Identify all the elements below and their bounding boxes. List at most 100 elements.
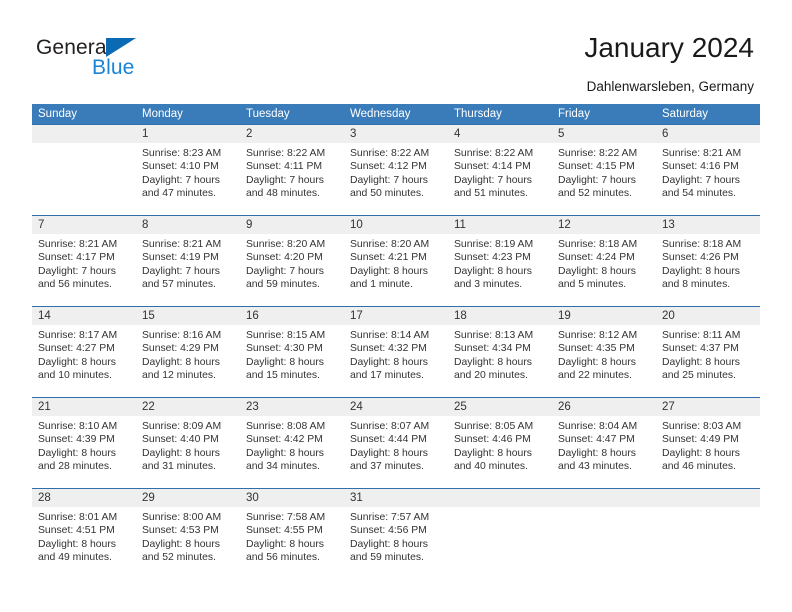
day-cell[interactable]: Sunrise: 8:17 AM Sunset: 4:27 PM Dayligh… <box>32 325 136 397</box>
day-cell[interactable]: Sunrise: 8:22 AM Sunset: 4:11 PM Dayligh… <box>240 143 344 215</box>
sunset-text: Sunset: 4:16 PM <box>662 161 739 173</box>
daylight-text-line1: Daylight: 8 hours <box>142 356 220 368</box>
week-detail-row: Sunrise: 8:10 AM Sunset: 4:39 PM Dayligh… <box>32 416 760 488</box>
daylight-text-line2: and 48 minutes. <box>246 188 320 200</box>
day-cell[interactable]: Sunrise: 8:04 AM Sunset: 4:47 PM Dayligh… <box>552 416 656 488</box>
day-number: 10 <box>350 219 363 231</box>
daylight-text-line1: Daylight: 8 hours <box>38 538 116 550</box>
sunrise-text: Sunrise: 8:21 AM <box>662 148 742 159</box>
day-cell[interactable]: Sunrise: 8:09 AM Sunset: 4:40 PM Dayligh… <box>136 416 240 488</box>
day-cell[interactable]: Sunrise: 8:21 AM Sunset: 4:19 PM Dayligh… <box>136 234 240 306</box>
day-number <box>32 125 136 143</box>
week-daynumber-row: 7 8 9 10 11 12 13 <box>32 216 760 234</box>
weekday-friday: Friday <box>558 108 590 120</box>
day-cell[interactable]: Sunrise: 7:58 AM Sunset: 4:55 PM Dayligh… <box>240 507 344 579</box>
sunset-text: Sunset: 4:20 PM <box>246 252 323 264</box>
calendar-grid: Sunday Monday Tuesday Wednesday Thursday… <box>32 104 760 579</box>
daylight-text-line2: and 25 minutes. <box>662 370 736 382</box>
day-cell[interactable]: Sunrise: 8:20 AM Sunset: 4:21 PM Dayligh… <box>344 234 448 306</box>
day-cell[interactable]: Sunrise: 8:23 AM Sunset: 4:10 PM Dayligh… <box>136 143 240 215</box>
day-cell[interactable] <box>32 143 136 215</box>
daylight-text-line1: Daylight: 7 hours <box>662 174 740 186</box>
day-number: 14 <box>38 310 51 322</box>
daylight-text-line2: and 20 minutes. <box>454 370 528 382</box>
sunrise-text: Sunrise: 8:21 AM <box>38 239 118 250</box>
day-cell[interactable]: Sunrise: 7:57 AM Sunset: 4:56 PM Dayligh… <box>344 507 448 579</box>
day-cell[interactable]: Sunrise: 8:01 AM Sunset: 4:51 PM Dayligh… <box>32 507 136 579</box>
calendar-week-row: 14 15 16 17 18 19 20 Sunrise: 8:17 AM Su… <box>32 306 760 397</box>
sunrise-text: Sunrise: 7:57 AM <box>350 512 430 523</box>
daylight-text-line2: and 51 minutes. <box>454 188 528 200</box>
sunrise-text: Sunrise: 8:19 AM <box>454 239 534 250</box>
day-number: 28 <box>38 492 51 504</box>
week-detail-row: Sunrise: 8:17 AM Sunset: 4:27 PM Dayligh… <box>32 325 760 397</box>
daylight-text-line1: Daylight: 7 hours <box>558 174 636 186</box>
sunrise-text: Sunrise: 8:10 AM <box>38 421 118 432</box>
sunset-text: Sunset: 4:14 PM <box>454 161 531 173</box>
generalblue-logo[interactable]: General Blue <box>36 36 206 86</box>
day-cell[interactable]: Sunrise: 8:18 AM Sunset: 4:24 PM Dayligh… <box>552 234 656 306</box>
day-cell[interactable]: Sunrise: 8:19 AM Sunset: 4:23 PM Dayligh… <box>448 234 552 306</box>
day-number: 17 <box>350 310 363 322</box>
sunset-text: Sunset: 4:47 PM <box>558 434 635 446</box>
sunset-text: Sunset: 4:24 PM <box>558 252 635 264</box>
week-detail-row: Sunrise: 8:01 AM Sunset: 4:51 PM Dayligh… <box>32 507 760 579</box>
daylight-text-line1: Daylight: 8 hours <box>246 356 324 368</box>
weekday-saturday: Saturday <box>662 108 709 120</box>
sunset-text: Sunset: 4:55 PM <box>246 525 323 537</box>
daylight-text-line1: Daylight: 8 hours <box>558 356 636 368</box>
day-cell[interactable]: Sunrise: 8:20 AM Sunset: 4:20 PM Dayligh… <box>240 234 344 306</box>
sunrise-text: Sunrise: 8:20 AM <box>350 239 430 250</box>
daylight-text-line1: Daylight: 7 hours <box>142 174 220 186</box>
daylight-text-line1: Daylight: 8 hours <box>38 447 116 459</box>
calendar-week-row: 28 29 30 31 Sunrise: 8:01 AM Sunset: 4:5… <box>32 488 760 579</box>
day-cell[interactable]: Sunrise: 8:14 AM Sunset: 4:32 PM Dayligh… <box>344 325 448 397</box>
day-cell[interactable]: Sunrise: 8:12 AM Sunset: 4:35 PM Dayligh… <box>552 325 656 397</box>
day-number: 21 <box>38 401 51 413</box>
sunset-text: Sunset: 4:10 PM <box>142 161 219 173</box>
day-cell[interactable]: Sunrise: 8:03 AM Sunset: 4:49 PM Dayligh… <box>656 416 760 488</box>
day-cell[interactable]: Sunrise: 8:11 AM Sunset: 4:37 PM Dayligh… <box>656 325 760 397</box>
day-number: 23 <box>246 401 259 413</box>
day-cell[interactable]: Sunrise: 8:18 AM Sunset: 4:26 PM Dayligh… <box>656 234 760 306</box>
day-cell[interactable]: Sunrise: 8:08 AM Sunset: 4:42 PM Dayligh… <box>240 416 344 488</box>
sunrise-text: Sunrise: 8:22 AM <box>454 148 534 159</box>
day-cell[interactable]: Sunrise: 8:13 AM Sunset: 4:34 PM Dayligh… <box>448 325 552 397</box>
day-cell[interactable]: Sunrise: 8:21 AM Sunset: 4:16 PM Dayligh… <box>656 143 760 215</box>
day-number: 12 <box>558 219 571 231</box>
day-number: 3 <box>350 128 357 140</box>
day-number: 15 <box>142 310 155 322</box>
day-cell[interactable]: Sunrise: 8:10 AM Sunset: 4:39 PM Dayligh… <box>32 416 136 488</box>
day-cell[interactable]: Sunrise: 8:16 AM Sunset: 4:29 PM Dayligh… <box>136 325 240 397</box>
daylight-text-line2: and 59 minutes. <box>350 552 424 564</box>
sunrise-text: Sunrise: 8:18 AM <box>662 239 742 250</box>
sunrise-text: Sunrise: 7:58 AM <box>246 512 326 523</box>
day-cell[interactable]: Sunrise: 8:22 AM Sunset: 4:12 PM Dayligh… <box>344 143 448 215</box>
daylight-text-line2: and 10 minutes. <box>38 370 112 382</box>
day-number <box>448 489 552 507</box>
day-cell[interactable]: Sunrise: 8:05 AM Sunset: 4:46 PM Dayligh… <box>448 416 552 488</box>
day-cell[interactable]: Sunrise: 8:22 AM Sunset: 4:14 PM Dayligh… <box>448 143 552 215</box>
sunrise-text: Sunrise: 8:12 AM <box>558 330 638 341</box>
sunset-text: Sunset: 4:19 PM <box>142 252 219 264</box>
day-cell[interactable] <box>448 507 552 579</box>
sunset-text: Sunset: 4:15 PM <box>558 161 635 173</box>
daylight-text-line1: Daylight: 7 hours <box>350 174 428 186</box>
day-number <box>552 489 656 507</box>
daylight-text-line2: and 59 minutes. <box>246 279 320 291</box>
day-cell[interactable] <box>656 507 760 579</box>
day-number: 11 <box>454 219 466 231</box>
day-cell[interactable]: Sunrise: 8:21 AM Sunset: 4:17 PM Dayligh… <box>32 234 136 306</box>
week-detail-row: Sunrise: 8:23 AM Sunset: 4:10 PM Dayligh… <box>32 143 760 215</box>
daylight-text-line2: and 5 minutes. <box>558 279 627 291</box>
day-cell[interactable]: Sunrise: 8:22 AM Sunset: 4:15 PM Dayligh… <box>552 143 656 215</box>
day-cell[interactable]: Sunrise: 8:07 AM Sunset: 4:44 PM Dayligh… <box>344 416 448 488</box>
sunrise-text: Sunrise: 8:05 AM <box>454 421 534 432</box>
week-daynumber-row: 1 2 3 4 5 6 <box>32 125 760 143</box>
daylight-text-line1: Daylight: 8 hours <box>454 265 532 277</box>
daylight-text-line1: Daylight: 7 hours <box>142 265 220 277</box>
day-cell[interactable]: Sunrise: 8:15 AM Sunset: 4:30 PM Dayligh… <box>240 325 344 397</box>
daylight-text-line1: Daylight: 8 hours <box>662 265 740 277</box>
day-cell[interactable] <box>552 507 656 579</box>
day-cell[interactable]: Sunrise: 8:00 AM Sunset: 4:53 PM Dayligh… <box>136 507 240 579</box>
